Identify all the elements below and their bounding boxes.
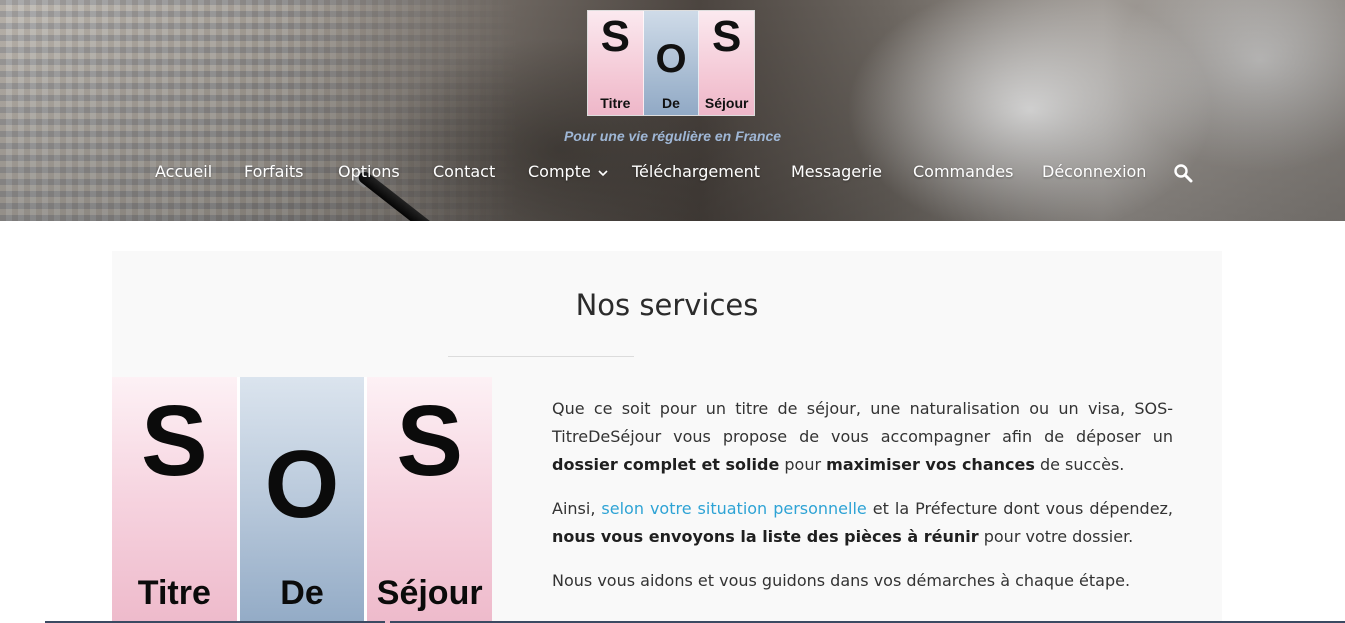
logo-letter-1: S <box>600 12 630 61</box>
nav-item-deconnexion[interactable]: Déconnexion <box>1042 162 1146 181</box>
site-tagline: Pour une vie régulière en France <box>563 128 782 144</box>
bold-maximiser-chances: maximiser vos chances <box>826 455 1035 474</box>
text-fragment: Que ce soit pour un titre de séjour, une… <box>552 399 1173 446</box>
page-title: Nos services <box>575 288 759 322</box>
big-logo-letter-2: O <box>264 431 340 538</box>
services-description: Que ce soit pour un titre de séjour, une… <box>552 395 1173 611</box>
services-logo-image: S Titre O De S Séjour <box>112 377 492 623</box>
logo-column-3: S Séjour <box>699 11 755 115</box>
logo-word-3: Séjour <box>704 95 749 111</box>
title-divider <box>448 356 634 357</box>
paragraph-accompagnement: Nous vous aidons et vous guidons dans vo… <box>552 571 1131 590</box>
logo-letter-3: S <box>711 12 742 61</box>
paragraph-situation: Ainsi, selon votre situation personnelle… <box>552 495 1173 551</box>
nav-item-compte[interactable]: Compte <box>528 162 591 181</box>
nav-item-options[interactable]: Options <box>338 162 400 181</box>
big-logo-word-1: Titre <box>137 574 211 612</box>
logo-word-2: De <box>662 95 680 111</box>
big-logo-word-2: De <box>280 574 324 612</box>
big-logo-column-1: S Titre <box>112 377 240 623</box>
text-fragment: de succès. <box>1034 455 1125 474</box>
bold-liste-pieces: nous vous envoyons la liste des pièces à… <box>552 527 979 546</box>
logo-letter-2: O <box>655 37 687 81</box>
situation-personnelle-link[interactable]: selon votre situation personnelle <box>601 499 866 518</box>
main-navigation: Accueil Forfaits Options Contact Compte … <box>0 160 1345 186</box>
nav-item-commandes[interactable]: Commandes <box>913 162 1013 181</box>
nav-item-telechargement[interactable]: Téléchargement <box>632 162 760 181</box>
nav-item-accueil[interactable]: Accueil <box>155 162 212 181</box>
chevron-down-icon[interactable] <box>596 166 610 180</box>
text-fragment: pour <box>779 455 827 474</box>
text-fragment: Ainsi, <box>552 499 602 518</box>
nav-item-contact[interactable]: Contact <box>433 162 495 181</box>
site-logo[interactable]: S Titre O De S Séjour <box>587 10 755 116</box>
bold-dossier-complet: dossier complet et solide <box>552 455 780 474</box>
logo-column-2: O De <box>643 11 700 115</box>
logo-word-1: Titre <box>600 95 631 111</box>
big-logo-column-2: O De <box>239 377 368 623</box>
big-logo-letter-1: S <box>140 385 208 497</box>
search-icon[interactable] <box>1173 163 1193 183</box>
big-logo-word-3: Séjour <box>376 574 483 612</box>
nav-item-forfaits[interactable]: Forfaits <box>244 162 304 181</box>
big-logo-column-3: S Séjour <box>367 377 492 623</box>
text-fragment: et la Préfecture dont vous dépendez, <box>866 499 1174 518</box>
paragraph-intro: Que ce soit pour un titre de séjour, une… <box>552 395 1173 479</box>
big-logo-letter-3: S <box>396 385 464 497</box>
nav-item-messagerie[interactable]: Messagerie <box>791 162 882 181</box>
logo-column-1: S Titre <box>588 11 644 115</box>
text-fragment: pour votre dossier. <box>978 527 1134 546</box>
